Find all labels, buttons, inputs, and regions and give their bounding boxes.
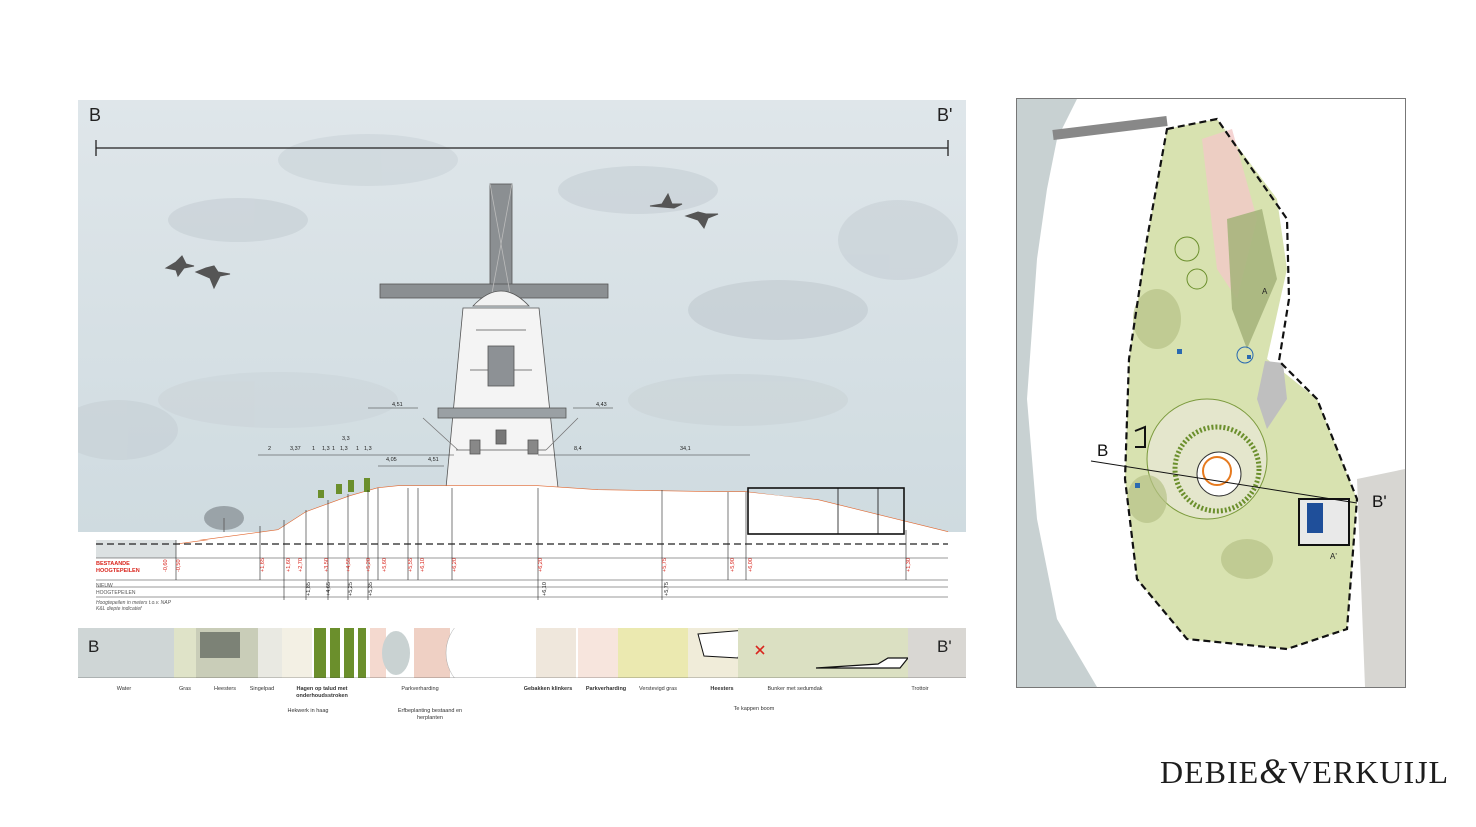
- new-level-value: +5,75: [664, 582, 670, 596]
- existing-level-value: +5,90: [730, 558, 736, 572]
- company-logo: DEBIE&VERKUIJL: [1160, 750, 1449, 792]
- legend-item: Bunker met sedumdak: [767, 686, 823, 692]
- existing-level-value: +1,65: [260, 558, 266, 572]
- existing-level-value: -0,60: [163, 559, 169, 572]
- dimension-value: 1: [332, 446, 336, 452]
- site-plan-map: [1017, 99, 1405, 687]
- plan-label-a-prime: A': [1330, 552, 1337, 561]
- logo-left-text: DEBIE: [1160, 754, 1260, 790]
- plan-label-a: A: [1262, 287, 1268, 296]
- dimension-value: 34,1: [680, 446, 691, 452]
- dimension-value: 4,43: [596, 402, 607, 408]
- dimension-value: 3,3: [342, 436, 350, 442]
- dimension-value: 4,51: [392, 402, 403, 408]
- dimension-value: 4,51: [428, 457, 439, 463]
- strip-label-start: B: [88, 637, 100, 656]
- new-level-value: +5,35: [368, 582, 374, 596]
- strip-label-end: B': [937, 637, 952, 656]
- dimension-value: 1,3: [340, 446, 348, 452]
- dimension-value: 1: [356, 446, 360, 452]
- cross-section-drawing: [78, 134, 958, 600]
- existing-levels-label-2: HOOGTEPEILEN: [96, 568, 140, 574]
- legend-item: Heesters: [710, 686, 734, 692]
- new-level-value: +1,85: [306, 582, 312, 596]
- existing-level-value: +3,50: [324, 558, 330, 572]
- legend-item: Parkverharding: [401, 686, 439, 692]
- legend-item: Trottoir: [911, 686, 929, 692]
- legend-item: Te kappen boom: [733, 706, 775, 712]
- new-level-value: +5,25: [348, 582, 354, 596]
- new-level-value: +4,65: [326, 582, 332, 596]
- section-label-start: B: [89, 105, 102, 125]
- new-levels-label-1: NIEUW: [96, 583, 113, 589]
- dimension-value: 1,3: [322, 446, 330, 452]
- existing-level-value: +5,60: [382, 558, 388, 572]
- dimension-value: 1: [312, 446, 316, 452]
- windmill: [379, 183, 609, 489]
- legend-item: Hagen op talud met onderhoudsstroken: [296, 686, 348, 699]
- existing-level-value: +6,00: [748, 558, 754, 572]
- existing-level-value: -0,50: [176, 559, 182, 572]
- existing-level-value: +1,60: [286, 558, 292, 572]
- logo-right-text: VERKUIJL: [1288, 754, 1450, 790]
- levels-note-2: K&L diepte indicatief: [96, 606, 142, 612]
- site-plan-frame: [1016, 98, 1406, 688]
- plan-section-label-start: B: [1097, 441, 1109, 460]
- legend-item: Erfbeplanting bestaand en herplanten: [397, 708, 463, 721]
- logo-ampersand: &: [1259, 751, 1289, 791]
- existing-level-value: +1,30: [906, 558, 912, 572]
- new-level-value: +6,10: [542, 582, 548, 596]
- dimension-value: 1,3: [364, 446, 372, 452]
- existing-level-value: +6,20: [452, 558, 458, 572]
- existing-level-value: +4,55: [346, 558, 352, 572]
- existing-level-value: +5,20: [366, 558, 372, 572]
- existing-level-value: +5,75: [662, 558, 668, 572]
- dimension-value: 3,37: [290, 446, 301, 452]
- dimension-value: 4,05: [386, 457, 397, 463]
- new-levels-label-2: HOOGTEPEILEN: [96, 590, 136, 596]
- section-label-end: B': [937, 105, 953, 125]
- dimension-value: 2: [268, 446, 272, 452]
- existing-level-value: +6,20: [538, 558, 544, 572]
- dimension-value: 8,4: [574, 446, 582, 452]
- existing-level-value: +6,10: [420, 558, 426, 572]
- plan-section-label-end: B': [1372, 492, 1387, 511]
- legend-item: Hekwerk in haag: [287, 708, 329, 714]
- existing-level-value: +2,70: [298, 558, 304, 572]
- existing-levels-label-1: BESTAANDE: [96, 561, 130, 567]
- section-plan-strip: [78, 628, 966, 678]
- existing-level-value: +5,55: [408, 558, 414, 572]
- tree-left: [204, 506, 244, 532]
